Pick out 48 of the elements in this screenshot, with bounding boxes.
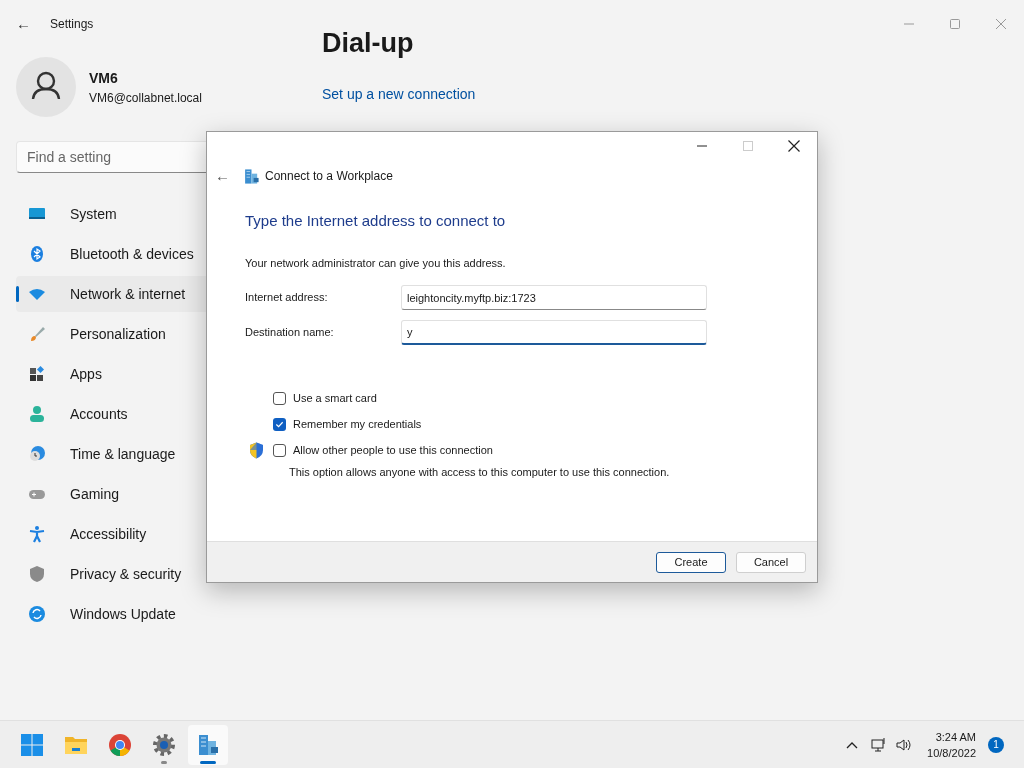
avatar-icon [16, 57, 76, 117]
page-title: Dial-up [322, 27, 415, 60]
input-field[interactable]: leightoncity.myftp.biz:1723 [401, 285, 707, 310]
user-email: VM6@collabnet.local [89, 89, 202, 107]
user-name: VM6 [89, 68, 119, 88]
dialog-heading: Type the Internet address to connect to [245, 211, 507, 231]
shield-icon [28, 565, 46, 583]
accessibility-icon [28, 525, 46, 543]
start-icon [20, 732, 44, 757]
close-icon[interactable] [788, 140, 800, 152]
option-label: Allow other people to use this connection [293, 443, 493, 459]
gear-icon [152, 732, 176, 757]
sidebar-item[interactable]: Windows Update [16, 596, 306, 632]
sidebar-item[interactable]: Apps [16, 356, 306, 392]
input-field[interactable]: y [401, 320, 707, 345]
dialog-button[interactable]: Create [656, 551, 726, 573]
link[interactable]: Set up a new connection [322, 83, 476, 105]
intro-text: Your network administrator can give you this address. [245, 255, 507, 271]
checkbox[interactable] [273, 392, 286, 405]
checkmark-icon [275, 420, 284, 429]
volume-icon[interactable] [895, 736, 914, 753]
bluetooth-icon [28, 245, 46, 263]
back-button[interactable]: ← [16, 12, 32, 36]
person-icon [28, 405, 46, 423]
building-icon [196, 732, 220, 757]
notification-badge[interactable]: 1 [988, 736, 1004, 753]
option-label: Use a smart card [293, 391, 377, 407]
clock-date[interactable]: 10/8/2022 [927, 744, 976, 761]
globe-clock-icon [28, 445, 46, 463]
taskbar-app[interactable] [188, 724, 228, 765]
option-label: Remember my credentials [293, 417, 422, 433]
sidebar-item[interactable]: Accessibility [16, 516, 306, 552]
window-title: Settings [50, 16, 94, 33]
maximize-icon[interactable] [950, 19, 960, 29]
update-icon [28, 605, 46, 623]
checkbox[interactable] [273, 444, 286, 457]
checkbox[interactable] [273, 418, 286, 431]
clock-time[interactable]: 3:24 AM [935, 728, 976, 745]
network-icon[interactable] [871, 736, 888, 753]
apps-icon [28, 365, 46, 383]
shield-icon [249, 442, 264, 459]
maximize-icon [743, 141, 753, 151]
sidebar-item[interactable]: Privacy & security [16, 556, 306, 592]
brush-icon [28, 325, 46, 343]
browser-icon [108, 732, 132, 757]
dialog-button[interactable]: Cancel [736, 551, 806, 573]
field-label: Destination name: [245, 325, 335, 341]
building-icon [243, 167, 260, 185]
